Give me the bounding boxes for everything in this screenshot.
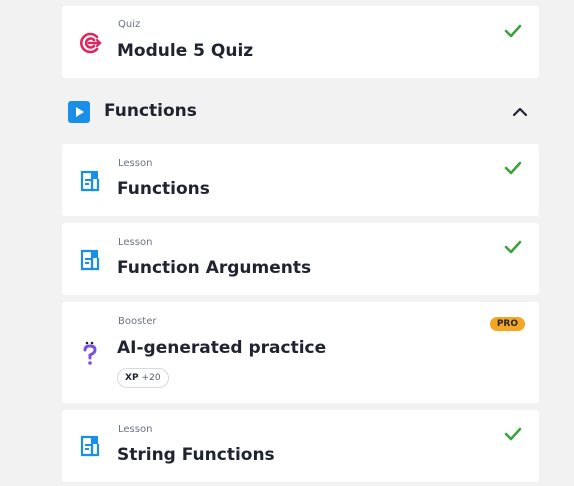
- lesson-doc-icon: [78, 434, 102, 458]
- xp-value: +20: [141, 373, 161, 383]
- section-header-functions[interactable]: Functions: [62, 92, 539, 132]
- item-title: String Functions: [117, 445, 275, 465]
- pro-badge: PRO: [489, 317, 525, 331]
- item-type-label: Lesson: [118, 158, 153, 169]
- lesson-doc-icon: [78, 169, 102, 193]
- booster-card[interactable]: Booster AI-generated practice PRO XP +20: [62, 302, 539, 403]
- xp-label: XP: [125, 373, 139, 383]
- lesson-card[interactable]: Lesson String Functions: [62, 410, 539, 482]
- check-icon: [503, 158, 523, 178]
- check-icon: [503, 424, 523, 444]
- item-type-label: Lesson: [118, 237, 153, 248]
- chevron-up-icon[interactable]: [509, 101, 531, 123]
- play-icon: [68, 101, 90, 123]
- quiz-card[interactable]: Quiz Module 5 Quiz: [62, 6, 539, 78]
- item-title: Module 5 Quiz: [117, 41, 254, 61]
- lesson-card[interactable]: Lesson Functions: [62, 144, 539, 216]
- check-icon: [503, 21, 523, 41]
- section-title: Functions: [104, 101, 197, 121]
- lesson-card[interactable]: Lesson Function Arguments: [62, 223, 539, 295]
- question-mark-icon: [78, 340, 102, 365]
- item-type-label: Quiz: [118, 19, 141, 30]
- xp-reward-pill: XP +20: [117, 368, 169, 388]
- item-type-label: Lesson: [118, 424, 153, 435]
- item-title: Functions: [117, 179, 210, 199]
- target-icon: [78, 31, 102, 55]
- check-icon: [503, 237, 523, 257]
- lesson-doc-icon: [78, 248, 102, 272]
- item-title: Function Arguments: [117, 258, 312, 278]
- item-title: AI-generated practice: [117, 338, 327, 358]
- item-type-label: Booster: [118, 316, 157, 327]
